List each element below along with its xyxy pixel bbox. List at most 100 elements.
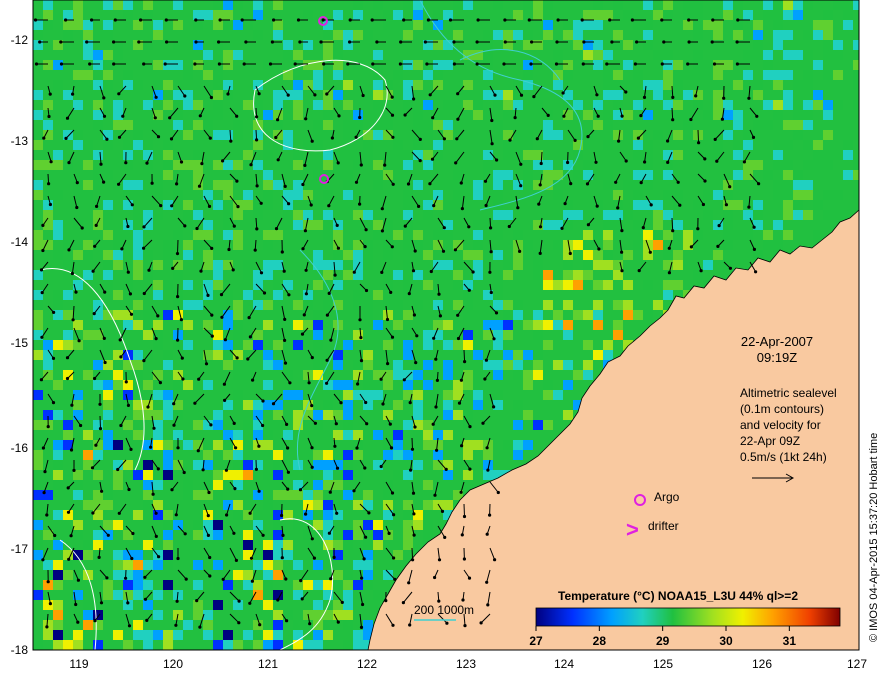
sst-cell [703,60,713,70]
velocity-arrow-head [207,204,212,208]
sst-cell [313,580,323,590]
sst-cell [33,350,43,360]
sst-cell [103,50,113,60]
sst-cell [483,30,493,40]
velocity-arrow-head [724,203,729,207]
velocity-arrow-head [489,250,493,254]
velocity-arrow-head [126,403,130,407]
sst-cell [803,190,813,200]
sst-cell [853,40,859,50]
sst-cell [133,350,143,360]
sst-cell [353,300,363,310]
sst-cell [463,330,473,340]
velocity-arrow-head [286,93,290,97]
sst-cell [503,30,513,40]
velocity-arrow-head [236,205,240,209]
velocity-arrow-head [483,179,488,183]
velocity-arrow-head [516,206,520,210]
velocity-arrow-head [48,92,52,96]
velocity-arrow-head [554,62,559,66]
sst-cell [633,20,643,30]
velocity-arrow-head [259,201,263,205]
sst-cell [363,540,373,550]
sst-cell [333,570,343,580]
velocity-arrow-head [145,161,149,165]
velocity-arrow-head [247,316,251,320]
sst-cell [723,240,733,250]
sst-cell [183,340,193,350]
sst-cell [113,440,123,450]
velocity-arrow-head [251,378,255,382]
sst-cell [263,350,273,360]
velocity-arrow-head [321,18,325,22]
velocity-arrow-head [430,157,435,161]
sst-cell [53,220,63,230]
sst-cell [213,80,223,90]
sst-cell [193,250,203,260]
sst-cell [33,270,43,280]
sst-cell [323,270,333,280]
sst-cell [603,280,613,290]
velocity-arrow-head [624,159,628,163]
velocity-arrow-head [219,293,224,297]
sst-cell [663,10,673,20]
velocity-arrow-head [237,621,241,625]
sst-cell [493,390,503,400]
sst-cell [463,390,473,400]
sst-cell [383,450,393,460]
sst-cell [623,10,633,20]
velocity-arrow-head [352,270,356,274]
velocity-arrow-head [386,362,390,366]
velocity-arrow-head [433,575,437,580]
velocity-arrow-head [93,244,97,248]
sst-cell [513,450,523,460]
sst-cell [733,200,743,210]
sst-cell [203,190,213,200]
sst-cell [143,150,153,160]
velocity-arrow-head [359,163,363,167]
sst-cell [233,160,243,170]
sst-cell [223,230,233,240]
velocity-arrow-head [699,269,703,273]
sst-cell [53,580,63,590]
sst-cell [153,150,163,160]
sst-cell [643,30,653,40]
sst-cell [83,190,93,200]
velocity-arrow-head [735,40,739,44]
sst-cell [503,300,513,310]
velocity-arrow-head [391,182,395,186]
sst-cell [413,20,423,30]
sst-cell [793,10,803,20]
sst-cell [273,30,283,40]
sst-cell [643,0,653,10]
sst-cell [733,120,743,130]
sst-cell [323,540,333,550]
sst-cell [243,530,253,540]
sst-cell [203,230,213,240]
sst-cell [363,210,373,220]
sst-cell [413,180,423,190]
sst-cell [83,610,93,620]
sst-cell [453,30,463,40]
sst-cell [493,320,503,330]
sst-cell [193,170,203,180]
sst-cell [493,360,503,370]
sst-cell [403,380,413,390]
sst-cell [343,610,353,620]
velocity-arrow-head [666,160,670,164]
velocity-arrow-head [105,576,109,580]
sst-cell [343,390,353,400]
sst-cell [533,370,543,380]
velocity-arrow-head [530,40,534,44]
velocity-arrow-head [383,163,387,167]
sst-cell [733,170,743,180]
sst-cell [663,0,673,10]
sst-cell [223,530,233,540]
velocity-arrow-head [364,535,368,539]
sst-cell [543,160,553,170]
sst-cell [453,300,463,310]
velocity-arrow-head [566,160,570,165]
velocity-arrow-head [361,602,365,607]
velocity-arrow-head [494,311,499,315]
velocity-arrow-head [412,512,416,516]
